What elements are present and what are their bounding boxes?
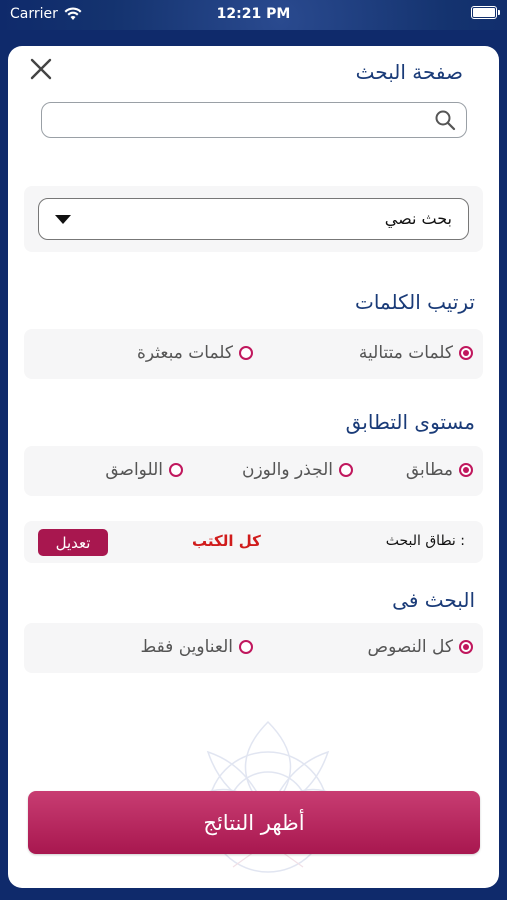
close-button[interactable] [26,54,56,84]
radio-unchecked-icon [239,640,253,654]
match-level-heading: مستوى التطابق [345,410,475,434]
word-order-options: كلمات متتالية كلمات مبعثرة [24,329,483,379]
search-input[interactable] [41,102,467,138]
search-icon[interactable] [434,109,456,131]
page-title: صفحة البحث [355,60,463,84]
radio-label: كلمات مبعثرة [137,343,233,363]
edit-scope-button[interactable]: تعديل [38,529,108,556]
search-in-options: كل النصوص العناوين فقط [24,623,483,673]
radio-checked-icon [459,640,473,654]
battery-icon [471,6,500,19]
radio-checked-icon [459,463,473,477]
show-results-button[interactable]: أظهر النتائج [28,791,480,854]
radio-option-all-texts[interactable]: كل النصوص [368,623,473,671]
radio-unchecked-icon [169,463,183,477]
search-type-dropdown[interactable]: بحث نصي [38,198,469,240]
radio-checked-icon [459,346,473,360]
radio-option-exact[interactable]: مطابق [406,446,473,494]
radio-option-scattered[interactable]: كلمات مبعثرة [137,329,253,377]
search-scope-label: نطاق البحث : [385,533,465,549]
radio-label: مطابق [405,460,453,480]
radio-label: اللواصق [105,460,163,480]
radio-label: العناوين فقط [140,637,233,657]
radio-option-consecutive[interactable]: كلمات متتالية [359,329,473,377]
search-type-value: بحث نصي [384,209,452,228]
radio-label: كلمات متتالية [358,343,453,363]
search-scope-section: نطاق البحث : كل الكتب تعديل [24,521,483,563]
radio-option-titles-only[interactable]: العناوين فقط [140,623,253,671]
radio-label: كل النصوص [367,637,453,657]
chevron-down-icon [55,215,71,224]
word-order-heading: ترتيب الكلمات [355,290,475,314]
radio-label: الجذر والوزن [241,460,333,480]
radio-unchecked-icon [339,463,353,477]
close-icon [30,58,52,80]
search-panel: صفحة البحث بحث نصي ترتيب الكلمات كلمات م… [8,46,499,888]
match-level-options: مطابق الجذر والوزن اللواصق [24,446,483,496]
search-in-heading: البحث فى [392,588,475,612]
status-bar: Carrier 12:21 PM [0,0,507,30]
radio-unchecked-icon [239,346,253,360]
radio-option-affixes[interactable]: اللواصق [105,446,183,494]
status-time: 12:21 PM [216,6,291,22]
search-type-section: بحث نصي [24,186,483,252]
search-scope-value: كل الكتب [192,532,261,550]
radio-option-root[interactable]: الجذر والوزن [242,446,353,494]
